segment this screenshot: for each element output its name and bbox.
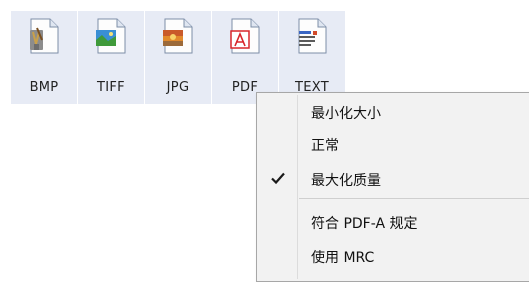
bmp-button[interactable]: BMP bbox=[11, 11, 77, 104]
menu-item-normal[interactable]: 正常 bbox=[259, 129, 529, 159]
jpg-button[interactable]: JPG bbox=[145, 11, 211, 104]
file-type-toolbar: BMP TIFF JPG PDF TEXT bbox=[11, 11, 345, 104]
menu-item-pdfa-compliant[interactable]: 符合 PDF-A 规定 bbox=[259, 207, 529, 237]
jpg-label: JPG bbox=[166, 80, 190, 95]
menu-item-label: 正常 bbox=[311, 138, 339, 154]
tiff-label: TIFF bbox=[97, 80, 125, 95]
pdf-options-context-menu: 最小化大小 正常 最大化质量 符合 PDF-A 规定 使用 MRC bbox=[256, 92, 529, 282]
menu-separator bbox=[299, 198, 529, 199]
menu-item-minimize-size[interactable]: 最小化大小 bbox=[259, 97, 529, 127]
text-file-icon bbox=[298, 18, 327, 54]
jpg-file-icon bbox=[163, 18, 193, 54]
menu-item-label: 最大化质量 bbox=[311, 173, 381, 189]
pdf-file-icon bbox=[230, 18, 260, 54]
tiff-button[interactable]: TIFF bbox=[78, 11, 144, 104]
menu-item-maximize-quality[interactable]: 最大化质量 bbox=[259, 164, 529, 194]
bmp-file-icon bbox=[30, 18, 59, 54]
menu-item-label: 符合 PDF-A 规定 bbox=[311, 216, 418, 232]
menu-item-label: 使用 MRC bbox=[311, 250, 375, 266]
text-button[interactable]: TEXT bbox=[279, 11, 345, 104]
menu-item-label: 最小化大小 bbox=[311, 106, 381, 122]
menu-item-use-mrc[interactable]: 使用 MRC bbox=[259, 241, 529, 271]
bmp-label: BMP bbox=[29, 80, 59, 95]
checkmark-icon bbox=[271, 172, 285, 185]
pdf-button[interactable]: PDF bbox=[212, 11, 278, 104]
tiff-file-icon bbox=[96, 18, 126, 54]
